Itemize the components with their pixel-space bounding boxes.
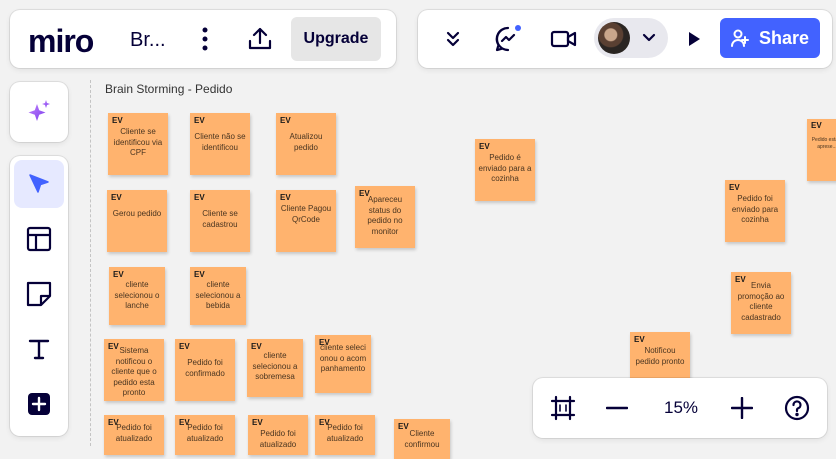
sticky-note[interactable]: EV Notificou pedido pronto [630,332,690,382]
chevron-down-icon [642,33,656,42]
cursor-icon [29,174,49,193]
sticky-note[interactable]: EV Pedido foi atualizado [104,415,164,455]
sticky-note-tool[interactable] [14,270,64,318]
upgrade-button[interactable]: Upgrade [291,17,381,61]
sticky-note-icon [26,281,52,307]
frame-border [90,80,91,446]
sparkle-icon [28,100,50,121]
board-header: miro Br... Upgrade [10,10,396,68]
zoom-controls: 15% [533,378,827,438]
sticky-note[interactable]: EV Pedido foi enviado para cozinha [725,180,785,242]
users-icon [730,29,749,47]
sticky-note[interactable]: EV Envia promoção ao cliente cadastrado [731,272,791,334]
help-icon[interactable] [781,392,813,424]
more-options-icon[interactable] [190,23,220,55]
collapse-chevrons-icon[interactable] [436,24,470,54]
video-call-icon[interactable] [546,22,582,56]
text-icon [28,339,50,360]
collaboration-toolbar: Share [418,10,832,68]
sticky-note[interactable]: EV Atualizou pedido [276,113,336,175]
sticky-note[interactable]: EV Pedido foi atualizado [175,415,235,455]
sticky-note[interactable]: EV Apareceu status do pedido no monitor [355,186,415,248]
sticky-note[interactable]: EV Cliente se identificou via CPF [108,113,168,175]
templates-icon [26,226,52,252]
present-play-icon[interactable] [678,24,710,54]
avatar [598,22,630,54]
sticky-note[interactable]: EV cliente selecionou o lanche [109,267,165,325]
plus-icon [28,393,50,415]
sticky-note[interactable]: EV Pedido é enviado para a cozinha [475,139,535,201]
select-tool[interactable] [14,160,64,208]
ai-sparkle-button[interactable] [14,88,64,136]
sticky-note[interactable]: EV cliente selecionou a bebida [190,267,246,325]
sticky-note[interactable]: EV Pedido foi confirmado [175,339,235,401]
share-label: Share [758,27,810,48]
sticky-note[interactable]: EVPedido está... aprese... [807,119,836,181]
zoom-out-icon[interactable] [601,392,633,424]
sticky-note[interactable]: EV cliente selecionou o acompanhamento [315,335,371,393]
board-name[interactable]: Br... [130,29,166,52]
tools-toolbar [10,156,68,436]
zoom-in-icon[interactable] [726,392,758,424]
sticky-note[interactable]: EV Cliente se cadastrou [190,190,250,252]
sticky-note[interactable]: EV Gerou pedido [107,190,167,252]
sticky-note[interactable]: EV Pedido foi atualizado [315,415,375,455]
share-button[interactable]: Share [720,18,820,58]
user-menu[interactable] [594,18,668,58]
frame-title[interactable]: Brain Storming - Pedido [105,82,232,96]
chat-icon[interactable] [490,22,526,56]
text-tool[interactable] [14,325,64,373]
sticky-note[interactable]: EV cliente selecionou a sobremesa [247,339,303,397]
templates-tool[interactable] [14,215,64,263]
sticky-note[interactable]: EV Sistema notificou o cliente que o pedi… [104,339,164,401]
sticky-note[interactable]: EV Pedido foi atualizado [248,415,308,455]
miro-logo[interactable]: miro [28,23,94,60]
export-icon[interactable] [242,22,278,56]
fit-to-screen-icon[interactable] [547,392,579,424]
zoom-level[interactable]: 15% [661,398,701,418]
add-more-tool[interactable] [14,380,64,428]
sticky-note[interactable]: EV Cliente não se identificou [190,113,250,175]
sticky-note[interactable]: EV Cliente Pagou QrCode [276,190,336,252]
sticky-note[interactable]: EV Cliente confirmou [394,419,450,459]
ai-assist-panel [10,82,68,142]
